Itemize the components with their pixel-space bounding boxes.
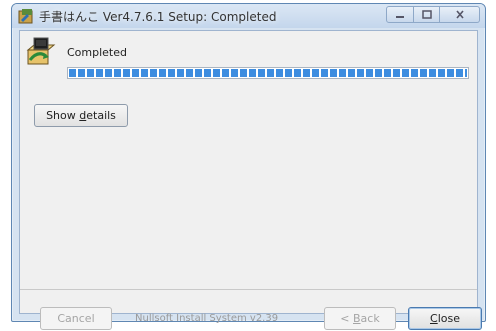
title-bar[interactable]: 手書はんこ Ver4.7.6.1 Setup: Completed: [12, 4, 485, 28]
cancel-label: Cancel: [57, 312, 95, 325]
installer-panel: Completed Show d etails Cancel Nullsoft I…: [19, 30, 482, 330]
window-controls: [386, 6, 480, 24]
close-icon: [455, 10, 464, 19]
show-details-button[interactable]: Show d etails: [34, 104, 128, 127]
minimize-icon: [396, 15, 404, 18]
cancel-button[interactable]: Cancel: [40, 307, 112, 330]
back-label-suffix: ack: [360, 312, 380, 325]
status-header: Completed: [20, 31, 477, 81]
status-label: Completed: [67, 46, 127, 59]
back-label-prefix: <: [340, 312, 353, 325]
minimize-button[interactable]: [386, 6, 414, 23]
progress-bar: [67, 67, 469, 79]
progress-fill: [69, 69, 467, 77]
details-label-prefix: Show: [46, 109, 80, 122]
installer-app-icon: [18, 9, 33, 24]
installer-window: 手書はんこ Ver4.7.6.1 Setup: Completed Comple…: [11, 3, 486, 330]
footer-separator: [20, 289, 477, 290]
window-title: 手書はんこ Ver4.7.6.1 Setup: Completed: [39, 10, 277, 24]
branding-text: Nullsoft Install System v2.39: [135, 313, 279, 324]
close-label-suffix: lose: [437, 312, 460, 325]
close-label-accel: C: [430, 312, 438, 325]
maximize-button[interactable]: [414, 6, 440, 23]
installer-box-icon: [26, 37, 56, 65]
maximize-icon: [421, 10, 432, 19]
details-label-accel: d: [79, 109, 87, 122]
back-label-accel: B: [353, 312, 361, 325]
details-label-suffix: etails: [86, 109, 116, 122]
back-button[interactable]: < Back: [324, 307, 396, 330]
close-button[interactable]: Close: [408, 307, 482, 330]
close-window-button[interactable]: [440, 6, 480, 23]
